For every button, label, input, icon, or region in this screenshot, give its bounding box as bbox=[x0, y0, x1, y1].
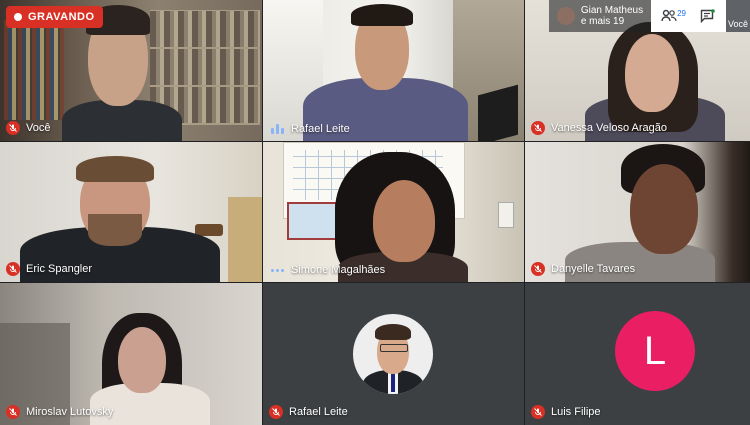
video-tile-danyelle-tavares[interactable]: Danyelle Tavares bbox=[525, 142, 750, 282]
video-tile-rafael-leite[interactable]: Rafael Leite bbox=[263, 0, 524, 141]
participant-name-label: Vanessa Veloso Aragão bbox=[531, 121, 667, 135]
audio-activity-icon bbox=[269, 264, 285, 276]
self-preview-thumbnail[interactable]: Você bbox=[726, 0, 750, 32]
chat-icon bbox=[700, 9, 715, 23]
participant-name-label: Simone Magalhães bbox=[269, 264, 385, 276]
video-feed bbox=[263, 0, 524, 141]
presenter-chip[interactable]: Gian Matheus e mais 19 bbox=[548, 0, 652, 32]
video-tile-miroslav-lutovsky[interactable]: Miroslav Lutovsky bbox=[0, 283, 262, 425]
participant-name-label: Danyelle Tavares bbox=[531, 262, 635, 276]
participant-name-label: Miroslav Lutovsky bbox=[6, 405, 113, 419]
participant-name-label: Rafael Leite bbox=[269, 405, 348, 419]
chat-button[interactable] bbox=[700, 9, 716, 23]
mic-off-icon bbox=[531, 262, 545, 276]
profile-photo-avatar bbox=[353, 314, 433, 394]
record-dot-icon bbox=[14, 13, 22, 21]
video-feed bbox=[0, 142, 262, 282]
video-tile-eric-spangler[interactable]: Eric Spangler bbox=[0, 142, 262, 282]
participants-button[interactable]: 29 bbox=[661, 9, 686, 23]
video-feed bbox=[0, 283, 262, 425]
meeting-actions: 29 bbox=[651, 0, 726, 32]
participant-name-label: Rafael Leite bbox=[269, 123, 350, 135]
recording-badge: GRAVANDO bbox=[6, 6, 103, 28]
top-info-panel: Gian Matheus e mais 19 29 Você bbox=[548, 0, 750, 32]
participants-count: 29 bbox=[677, 9, 686, 18]
letter-avatar: L bbox=[615, 311, 695, 391]
speaking-indicator-icon bbox=[269, 123, 285, 135]
participant-name-label: Eric Spangler bbox=[6, 262, 92, 276]
mic-off-icon bbox=[531, 121, 545, 135]
mic-off-icon bbox=[269, 405, 283, 419]
video-feed bbox=[263, 142, 524, 282]
video-tile-self[interactable]: Você GRAVANDO bbox=[0, 0, 262, 141]
video-tile-simone-magalhaes[interactable]: Simone Magalhães bbox=[263, 142, 524, 282]
mic-off-icon bbox=[6, 405, 20, 419]
mic-off-icon bbox=[531, 405, 545, 419]
participant-name-label: Luis Filipe bbox=[531, 405, 601, 419]
presenter-avatar bbox=[556, 7, 575, 25]
participant-name-label: Você bbox=[6, 121, 50, 135]
people-icon bbox=[661, 9, 677, 22]
video-feed bbox=[525, 142, 750, 282]
mic-off-icon bbox=[6, 121, 20, 135]
mic-off-icon bbox=[6, 262, 20, 276]
